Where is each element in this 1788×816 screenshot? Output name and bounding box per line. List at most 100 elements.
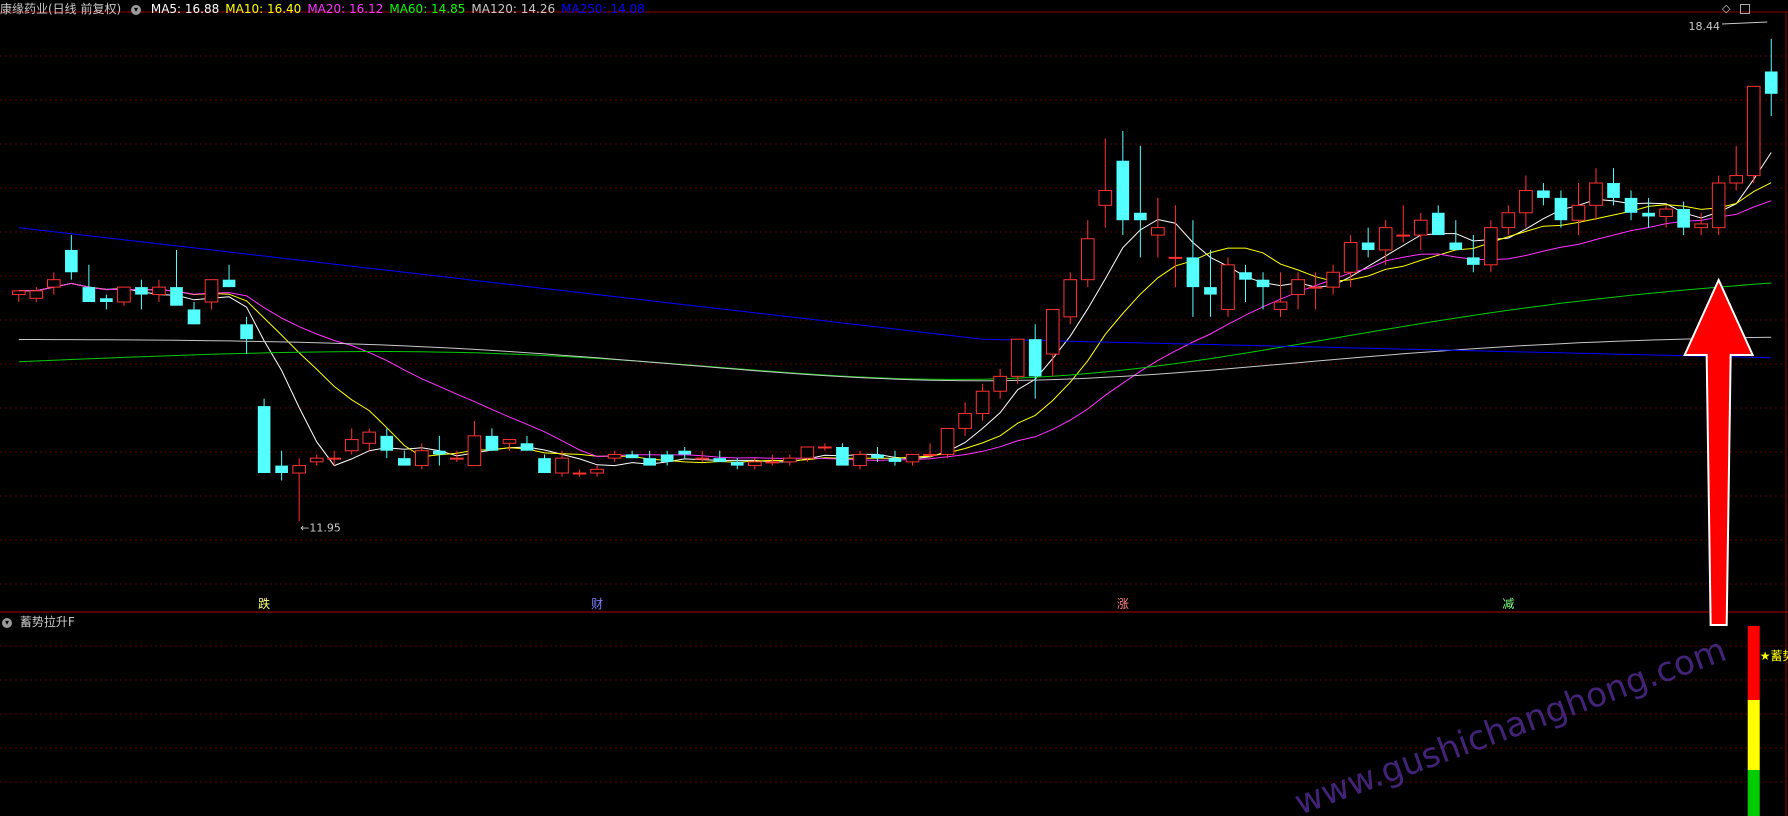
candle <box>1431 205 1445 236</box>
candle-body <box>222 279 236 288</box>
candle-body <box>1010 338 1025 377</box>
price-labels: 18.44 ←11.95 跌 财 涨 减 <box>258 20 1768 611</box>
candle <box>257 398 271 474</box>
candle-body <box>292 465 306 474</box>
candle-body <box>1045 308 1060 355</box>
candle <box>1484 220 1498 273</box>
candle-body <box>853 453 867 467</box>
candle <box>590 465 604 477</box>
candle-body <box>485 435 499 451</box>
candle-body <box>309 457 324 463</box>
indicator-title: 蓄势拉升F <box>19 615 75 629</box>
candle <box>344 428 359 455</box>
candle-body <box>818 446 832 449</box>
ma20-line <box>18 200 1772 461</box>
high-price-label: 18.44 <box>1689 20 1721 33</box>
candle-body <box>1273 301 1288 310</box>
candle-body <box>607 453 622 459</box>
candle-body <box>1694 223 1708 229</box>
indicator-panel: ★蓄势拉升 <box>1747 626 1788 816</box>
candle-body <box>905 453 920 463</box>
candle <box>1396 205 1411 243</box>
candle-body <box>643 458 656 466</box>
candle-body <box>871 454 884 459</box>
candle-body <box>433 450 446 455</box>
signal-arrow <box>1683 277 1755 626</box>
candle <box>135 279 148 310</box>
signal-bar-green <box>1747 770 1760 816</box>
candle <box>1589 168 1603 221</box>
candle <box>1239 264 1252 302</box>
candle-body <box>836 447 849 466</box>
ma250-line <box>18 227 1772 359</box>
candle <box>1221 257 1235 317</box>
candle-body <box>467 435 482 467</box>
signal-label: ★蓄势拉升 <box>1760 648 1788 663</box>
candle-body <box>1361 242 1375 250</box>
candle <box>1361 227 1375 258</box>
candle-body <box>1116 160 1130 221</box>
candle-body <box>888 458 902 462</box>
settings-circle-icon[interactable]: ▾ <box>131 4 142 15</box>
watermark-text: www.gushichanghong.com <box>1289 630 1731 816</box>
candle-body <box>415 450 429 467</box>
candle-body <box>1291 279 1305 296</box>
candle <box>853 450 867 470</box>
candle-body <box>204 279 219 303</box>
ma-legend-item: MA120: 14.26 <box>471 2 556 16</box>
candle-body <box>1151 227 1165 236</box>
ma-legend: MA5: 16.88 MA10: 16.40 MA20: 16.12 MA60: 14… <box>151 2 651 16</box>
candle <box>888 450 902 466</box>
candle-body <box>590 468 604 474</box>
candle <box>572 469 587 477</box>
candle <box>187 302 201 325</box>
candle <box>975 383 990 421</box>
candle-body <box>747 461 762 467</box>
collapse-icon[interactable]: ◇ <box>1722 2 1730 15</box>
candle <box>1607 168 1620 206</box>
candle <box>1116 130 1130 236</box>
candle-body <box>660 454 674 462</box>
candle <box>362 428 377 451</box>
candle <box>100 294 113 310</box>
candle <box>1028 324 1042 399</box>
candle <box>871 447 884 462</box>
candle <box>1273 272 1288 317</box>
candle <box>240 316 253 355</box>
indicator-settings-icon[interactable]: ▾ <box>2 617 12 628</box>
candle <box>1413 212 1428 250</box>
candle-body <box>1028 339 1042 377</box>
candle-body <box>1519 189 1533 214</box>
candle-body <box>187 309 201 325</box>
candle <box>1186 220 1200 317</box>
stock-chart: 18.44 ←11.95 跌 财 涨 减 ★蓄势拉升 www.gushichanghong… <box>0 11 1788 816</box>
event-marker: 财 <box>591 597 603 611</box>
candle-body <box>1063 279 1078 318</box>
ma5-line <box>18 152 1772 467</box>
candle-body <box>1554 197 1568 221</box>
high-price-pointer <box>1721 21 1768 25</box>
candle-body <box>240 324 253 340</box>
candle <box>1326 264 1340 295</box>
ma-legend-item: MA20: 16.12 <box>307 2 384 16</box>
candle <box>643 450 656 466</box>
candle-body <box>695 457 710 460</box>
candle <box>520 435 534 451</box>
candle <box>1291 272 1305 310</box>
candle-body <box>1537 190 1550 198</box>
candle-body <box>47 279 61 288</box>
window-toggle-icon[interactable] <box>1740 4 1750 14</box>
candle-body <box>1204 287 1217 295</box>
candle-body <box>1378 227 1393 251</box>
candle-body <box>713 458 727 462</box>
candle-body <box>1624 197 1638 213</box>
candle-body <box>450 457 464 460</box>
candle <box>65 235 78 280</box>
candle-body <box>555 457 569 474</box>
candle-body <box>765 461 780 464</box>
candle-body <box>1484 227 1498 266</box>
candle <box>1098 138 1113 228</box>
candle <box>555 450 569 477</box>
candle-body <box>1239 272 1252 280</box>
stock-title: 康缘药业(日线 前复权) <box>0 2 122 16</box>
